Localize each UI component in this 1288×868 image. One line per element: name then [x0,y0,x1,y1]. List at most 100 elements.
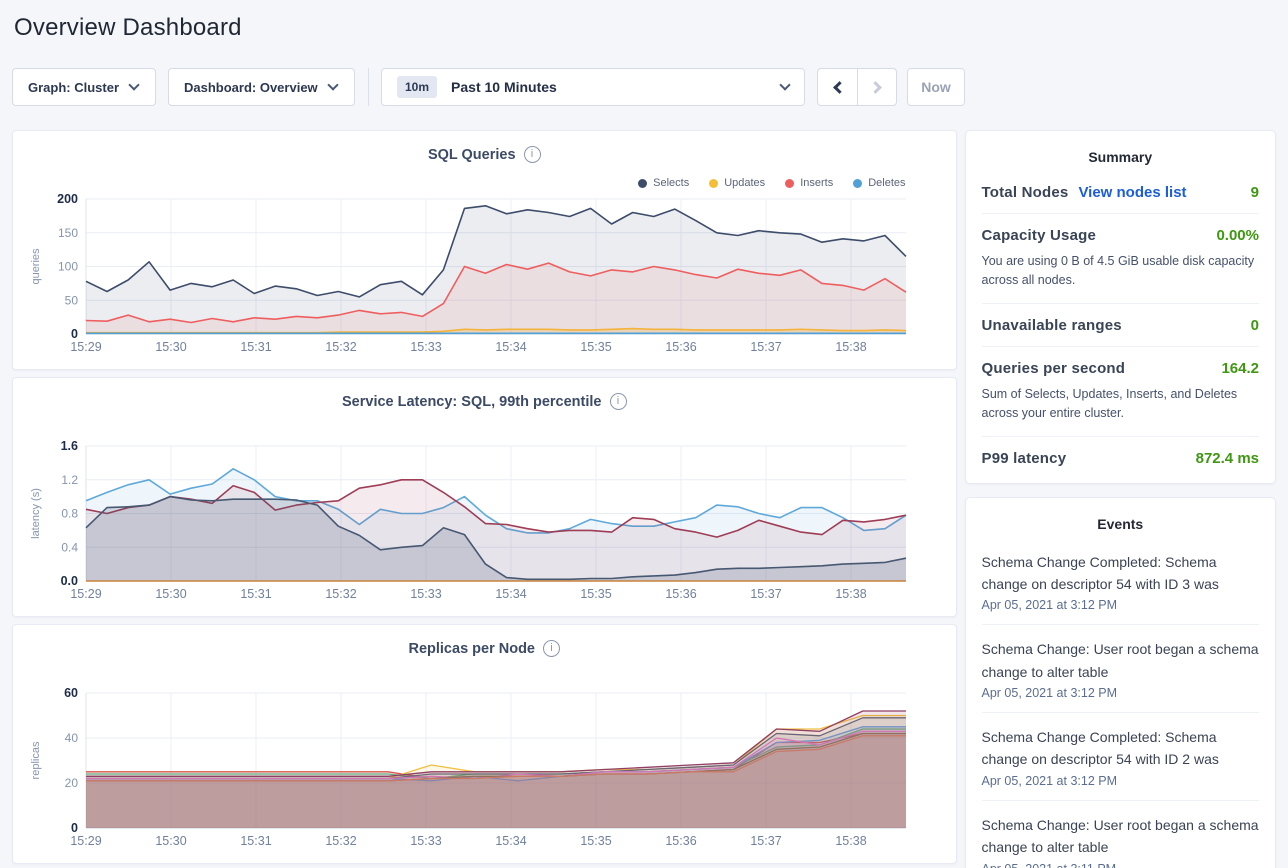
svg-text:15:34: 15:34 [495,340,526,354]
view-nodes-list-link[interactable]: View nodes list [1078,184,1186,201]
svg-text:15:36: 15:36 [665,834,696,848]
event-timestamp: Apr 05, 2021 at 3:12 PM [982,686,1260,700]
svg-text:0.8: 0.8 [61,507,78,521]
now-button-label: Now [921,79,951,95]
chevron-down-icon [128,79,139,90]
svg-text:0: 0 [71,821,78,835]
svg-text:15:37: 15:37 [750,587,781,601]
chart-title: SQL Queries [428,147,516,163]
time-nav-group [817,68,897,106]
chart-header: SQL Queries [13,146,956,163]
svg-text:15:34: 15:34 [495,834,526,848]
svg-text:15:35: 15:35 [580,834,611,848]
time-range-dropdown[interactable]: 10m Past 10 Minutes [381,68,805,106]
graph-dropdown[interactable]: Graph: Cluster [12,68,156,106]
svg-text:15:33: 15:33 [410,834,441,848]
svg-text:15:30: 15:30 [155,340,186,354]
summary-row-label: Total Nodes [982,184,1069,201]
svg-text:15:31: 15:31 [240,340,271,354]
chevron-down-icon [779,79,790,90]
events-title: Events [982,516,1260,532]
legend-item[interactable]: Updates [709,177,765,189]
event-timestamp: Apr 05, 2021 at 3:12 PM [982,774,1260,788]
time-range-badge: 10m [397,76,437,98]
svg-text:200: 200 [57,192,78,206]
events-panel: Events Schema Change Completed: Schema c… [965,497,1277,868]
svg-text:0: 0 [71,327,78,341]
summary-row: P99 latency872.4 ms [982,437,1260,479]
summary-row-label: Queries per second [982,360,1126,377]
svg-text:replicas: replicas [30,741,42,779]
event-item: Schema Change Completed: Schema change o… [982,713,1260,801]
svg-text:15:30: 15:30 [155,587,186,601]
svg-text:15:32: 15:32 [325,340,356,354]
summary-row-description: Sum of Selects, Updates, Inserts, and De… [982,385,1260,424]
svg-text:15:31: 15:31 [240,587,271,601]
summary-row: Queries per second 164.2 Sum of Selects, U… [982,347,1260,437]
svg-text:15:32: 15:32 [325,834,356,848]
svg-text:150: 150 [58,226,78,240]
svg-text:15:35: 15:35 [580,587,611,601]
chart-card-service-latency: Service Latency: SQL, 99th percentile 15… [12,377,957,617]
replicas-per-node-chart[interactable]: 15:2915:3015:3115:3215:3315:3415:3515:36… [13,625,957,863]
chart-card-replicas-per-node: Replicas per Node 15:2915:3015:3115:3215… [12,624,957,864]
info-icon[interactable] [543,640,560,657]
chevron-left-icon [833,81,846,94]
summary-title: Summary [982,149,1260,165]
summary-row-value: 164.2 [1221,360,1259,377]
chevron-right-icon [869,81,882,94]
svg-text:15:29: 15:29 [70,587,101,601]
sql-queries-chart[interactable]: 15:2915:3015:3115:3215:3315:3415:3515:36… [13,131,957,369]
summary-row-label: Capacity Usage [982,227,1097,244]
svg-text:1.6: 1.6 [61,439,78,453]
svg-text:15:38: 15:38 [835,340,866,354]
svg-text:0.0: 0.0 [61,574,78,588]
time-prev-button[interactable] [818,69,857,105]
event-timestamp: Apr 05, 2021 at 3:11 PM [982,862,1260,868]
chart-card-sql-queries: SQL Queries Selects Updates Inserts Deletes… [12,130,957,370]
event-item: Schema Change Completed: Schema change o… [982,538,1260,626]
svg-text:50: 50 [65,293,79,307]
summary-row-value: 9 [1251,184,1259,201]
event-timestamp: Apr 05, 2021 at 3:12 PM [982,598,1260,612]
svg-text:15:30: 15:30 [155,834,186,848]
svg-text:1.2: 1.2 [61,473,78,487]
svg-text:15:33: 15:33 [410,587,441,601]
dashboard-dropdown[interactable]: Dashboard: Overview [168,68,355,106]
time-next-button[interactable] [857,69,896,105]
svg-text:latency (s): latency (s) [30,488,42,539]
event-text: Schema Change Completed: Schema change o… [982,551,1260,596]
time-range-label: Past 10 Minutes [451,79,557,95]
summary-row: Unavailable ranges0 [982,304,1260,347]
legend-dot-icon [709,179,718,188]
svg-text:15:32: 15:32 [325,587,356,601]
summary-row: Total Nodes View nodes list 9 [982,171,1260,214]
summary-row-description: You are using 0 B of 4.5 GiB usable disk… [982,252,1260,291]
page-title: Overview Dashboard [12,0,1276,42]
legend-item[interactable]: Inserts [785,177,833,189]
svg-text:15:37: 15:37 [750,340,781,354]
info-icon[interactable] [524,146,541,163]
sidebar: Summary Total Nodes View nodes list 9 Capac… [965,130,1277,868]
legend-label: Inserts [800,177,833,189]
event-text: Schema Change Completed: Schema change o… [982,726,1260,771]
charts-column: SQL Queries Selects Updates Inserts Deletes… [12,130,957,864]
toolbar: Graph: Cluster Dashboard: Overview 10m P… [12,68,1276,106]
legend-item[interactable]: Deletes [853,177,905,189]
chart-title: Replicas per Node [408,641,535,657]
svg-text:15:34: 15:34 [495,587,526,601]
svg-text:15:33: 15:33 [410,340,441,354]
svg-text:100: 100 [58,260,78,274]
main-content: SQL Queries Selects Updates Inserts Deletes… [12,130,1276,868]
service-latency-chart[interactable]: 15:2915:3015:3115:3215:3315:3415:3515:36… [13,378,957,616]
event-item: Schema Change: User root began a schema … [982,801,1260,868]
svg-text:20: 20 [65,776,79,790]
info-icon[interactable] [610,393,627,410]
summary-row-value: 0 [1251,317,1259,334]
legend-item[interactable]: Selects [638,177,689,189]
now-button[interactable]: Now [907,68,965,106]
svg-text:15:29: 15:29 [70,340,101,354]
event-item: Schema Change: User root began a schema … [982,625,1260,713]
legend-dot-icon [638,179,647,188]
svg-text:15:36: 15:36 [665,340,696,354]
